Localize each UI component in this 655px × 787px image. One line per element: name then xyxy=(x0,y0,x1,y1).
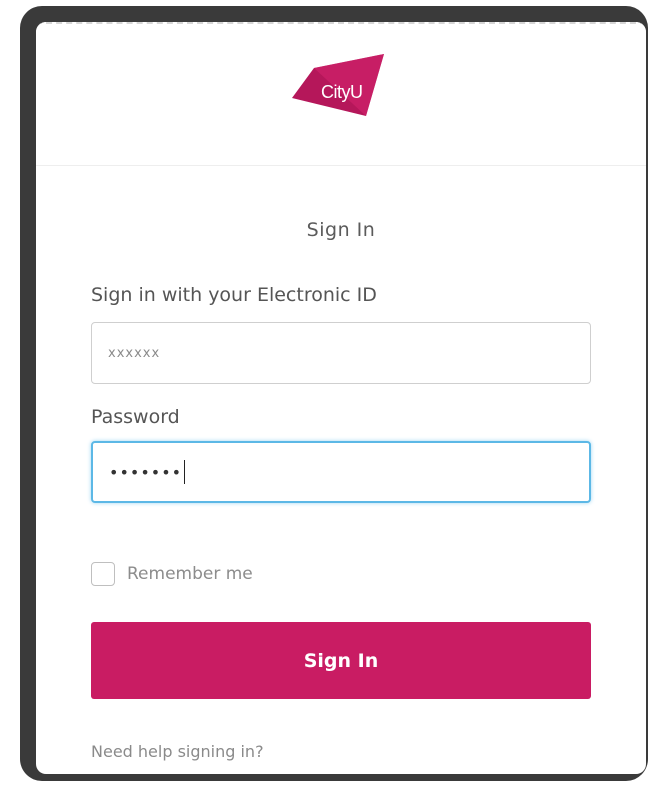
electronic-id-input[interactable]: xxxxxx xyxy=(91,322,591,384)
password-value: ••••••• xyxy=(109,462,183,482)
login-screen: CityU Sign In Sign in with your Electron… xyxy=(36,22,646,774)
electronic-id-value: xxxxxx xyxy=(108,345,161,361)
sign-in-button[interactable]: Sign In xyxy=(91,622,591,699)
password-label: Password xyxy=(91,406,180,428)
help-link[interactable]: Need help signing in? xyxy=(91,742,264,761)
login-header: CityU xyxy=(36,22,646,166)
logo-text: CityU xyxy=(321,82,363,102)
page-title: Sign In xyxy=(306,219,376,241)
remember-me-row[interactable]: Remember me xyxy=(91,562,253,586)
electronic-id-label: Sign in with your Electronic ID xyxy=(91,284,377,306)
password-input[interactable]: ••••••• xyxy=(91,441,591,503)
remember-me-label[interactable]: Remember me xyxy=(127,564,253,584)
remember-me-checkbox[interactable] xyxy=(91,562,115,586)
text-caret xyxy=(184,460,186,484)
